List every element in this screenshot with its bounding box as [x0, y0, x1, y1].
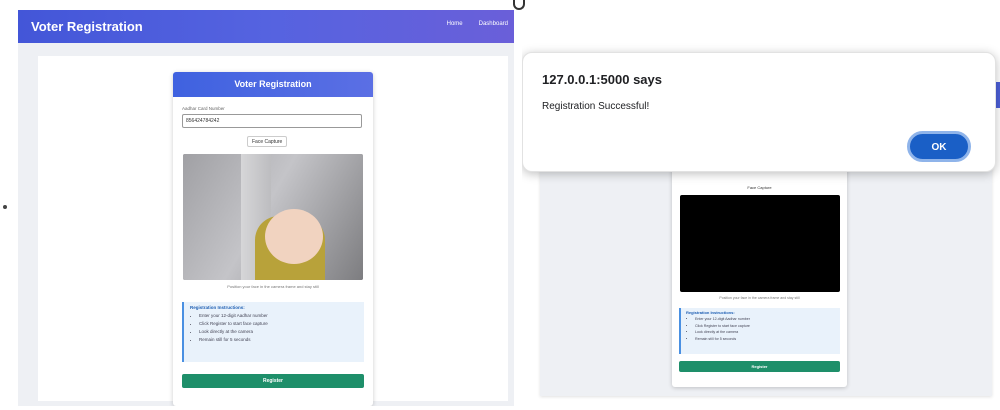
success-alert-screenshot: Face Capture Position your face in the c…: [522, 10, 1000, 406]
instructions-box: Registration Instructions: Enter your 12…: [182, 302, 364, 362]
registration-page-screenshot: Voter Registration Home Dashboard Voter …: [18, 10, 514, 406]
aadhar-input[interactable]: [182, 114, 362, 128]
instruction-item: Remain still for 5 seconds: [695, 336, 835, 343]
instructions-box: Registration Instructions: Enter your 12…: [679, 308, 840, 354]
registration-card: Voter Registration Aadhar Card Number Fa…: [173, 72, 373, 406]
face-capture-button[interactable]: Face Capture: [247, 136, 288, 147]
camera-feed: [680, 195, 840, 292]
registration-card: Face Capture Position your face in the c…: [672, 165, 847, 387]
register-button[interactable]: Register: [679, 361, 840, 372]
instructions-title: Registration Instructions:: [190, 305, 245, 310]
navbar-brand[interactable]: Voter Registration: [31, 19, 143, 34]
nav-link-home[interactable]: Home: [447, 21, 463, 27]
instructions-list: Enter your 12-digit Aadhar number Click …: [686, 316, 835, 342]
edge-mark: [3, 205, 7, 209]
camera-feed: [183, 154, 363, 280]
instructions-list: Enter your 12-digit Aadhar number Click …: [190, 312, 358, 344]
aadhar-label: Aadhar Card Number: [182, 106, 225, 111]
alert-message: Registration Successful!: [542, 101, 650, 112]
instruction-item: Look directly at the camera: [199, 328, 358, 336]
register-button[interactable]: Register: [182, 374, 364, 388]
instruction-item: Remain still for 5 seconds: [199, 336, 358, 344]
nav-link-dashboard[interactable]: Dashboard: [479, 21, 508, 27]
camera-hint: Position your face in the camera frame a…: [227, 284, 319, 289]
card-title: Voter Registration: [173, 72, 373, 97]
navbar-links: Home Dashboard: [447, 21, 508, 27]
face-capture-label: Face Capture: [747, 185, 772, 190]
alert-title: 127.0.0.1:5000 says: [542, 72, 662, 87]
instructions-title: Registration Instructions:: [686, 310, 735, 315]
instruction-item: Enter your 12-digit Aadhar number: [199, 312, 358, 320]
face-blur: [265, 209, 323, 264]
partial-icon: [513, 0, 525, 10]
navbar: Voter Registration Home Dashboard: [18, 10, 514, 43]
alert-dialog: 127.0.0.1:5000 says Registration Success…: [522, 52, 996, 172]
camera-hint: Position your face in the camera frame a…: [719, 296, 800, 300]
ok-button[interactable]: OK: [907, 131, 971, 162]
instruction-item: Click Register to start face capture: [199, 320, 358, 328]
